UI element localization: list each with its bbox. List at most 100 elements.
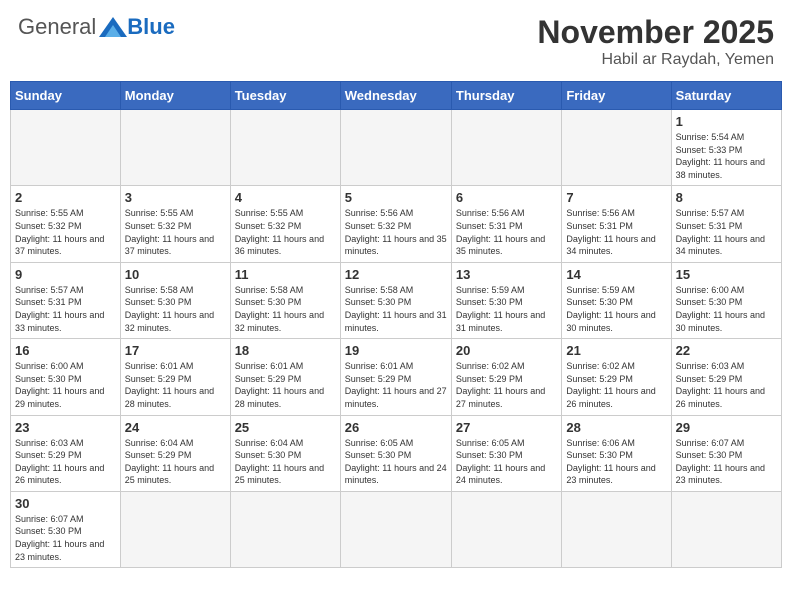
- day-info: Sunrise: 6:01 AMSunset: 5:29 PMDaylight:…: [235, 360, 336, 410]
- day-number: 20: [456, 343, 557, 358]
- day-info: Sunrise: 6:07 AMSunset: 5:30 PMDaylight:…: [676, 437, 777, 487]
- day-info: Sunrise: 6:02 AMSunset: 5:29 PMDaylight:…: [566, 360, 666, 410]
- calendar-day: [340, 110, 451, 186]
- calendar-day: 16 Sunrise: 6:00 AMSunset: 5:30 PMDayligh…: [11, 339, 121, 415]
- day-info: Sunrise: 5:55 AMSunset: 5:32 PMDaylight:…: [235, 207, 336, 257]
- calendar-day: 15 Sunrise: 6:00 AMSunset: 5:30 PMDayligh…: [671, 262, 781, 338]
- day-info: Sunrise: 6:05 AMSunset: 5:30 PMDaylight:…: [345, 437, 447, 487]
- day-info: Sunrise: 6:00 AMSunset: 5:30 PMDaylight:…: [676, 284, 777, 334]
- day-number: 22: [676, 343, 777, 358]
- calendar-day: [230, 110, 340, 186]
- day-number: 21: [566, 343, 666, 358]
- calendar-day: 8 Sunrise: 5:57 AMSunset: 5:31 PMDaylight…: [671, 186, 781, 262]
- calendar-day: 4 Sunrise: 5:55 AMSunset: 5:32 PMDaylight…: [230, 186, 340, 262]
- day-info: Sunrise: 5:56 AMSunset: 5:32 PMDaylight:…: [345, 207, 447, 257]
- day-info: Sunrise: 6:02 AMSunset: 5:29 PMDaylight:…: [456, 360, 557, 410]
- day-number: 8: [676, 190, 777, 205]
- day-info: Sunrise: 6:07 AMSunset: 5:30 PMDaylight:…: [15, 513, 116, 563]
- day-number: 6: [456, 190, 557, 205]
- day-number: 14: [566, 267, 666, 282]
- calendar-day: 20 Sunrise: 6:02 AMSunset: 5:29 PMDayligh…: [451, 339, 561, 415]
- day-info: Sunrise: 5:56 AMSunset: 5:31 PMDaylight:…: [456, 207, 557, 257]
- day-info: Sunrise: 5:57 AMSunset: 5:31 PMDaylight:…: [676, 207, 777, 257]
- calendar-day: 28Sunrise: 6:06 AMSunset: 5:30 PMDayligh…: [562, 415, 671, 491]
- day-info: Sunrise: 6:03 AMSunset: 5:29 PMDaylight:…: [676, 360, 777, 410]
- title-section: November 2025 Habil ar Raydah, Yemen: [537, 14, 774, 69]
- calendar-day-empty: [562, 491, 671, 567]
- day-number: 19: [345, 343, 447, 358]
- calendar-day: 7 Sunrise: 5:56 AMSunset: 5:31 PMDaylight…: [562, 186, 671, 262]
- day-number: 23: [15, 420, 116, 435]
- day-info: Sunrise: 5:58 AMSunset: 5:30 PMDaylight:…: [345, 284, 447, 334]
- day-number: 12: [345, 267, 447, 282]
- day-info: Sunrise: 6:04 AMSunset: 5:30 PMDaylight:…: [235, 437, 336, 487]
- day-number: 9: [15, 267, 116, 282]
- day-number: 27: [456, 420, 557, 435]
- day-info: Sunrise: 5:56 AMSunset: 5:31 PMDaylight:…: [566, 207, 666, 257]
- day-number: 15: [676, 267, 777, 282]
- calendar-day: 11Sunrise: 5:58 AMSunset: 5:30 PMDayligh…: [230, 262, 340, 338]
- header-tuesday: Tuesday: [230, 82, 340, 110]
- day-info: Sunrise: 5:55 AMSunset: 5:32 PMDaylight:…: [15, 207, 116, 257]
- header-saturday: Saturday: [671, 82, 781, 110]
- logo-blue-text: Blue: [127, 14, 175, 40]
- calendar-day: 10Sunrise: 5:58 AMSunset: 5:30 PMDayligh…: [120, 262, 230, 338]
- weekday-header-row: Sunday Monday Tuesday Wednesday Thursday…: [11, 82, 782, 110]
- calendar-day: 2 Sunrise: 5:55 AMSunset: 5:32 PMDaylight…: [11, 186, 121, 262]
- day-number: 2: [15, 190, 116, 205]
- calendar-day: [120, 110, 230, 186]
- calendar-day: 3 Sunrise: 5:55 AMSunset: 5:32 PMDaylight…: [120, 186, 230, 262]
- logo-general-text: General: [18, 14, 96, 40]
- day-info: Sunrise: 6:05 AMSunset: 5:30 PMDaylight:…: [456, 437, 557, 487]
- calendar-day: 17 Sunrise: 6:01 AMSunset: 5:29 PMDayligh…: [120, 339, 230, 415]
- calendar-day-empty: [451, 491, 561, 567]
- day-info: Sunrise: 5:58 AMSunset: 5:30 PMDaylight:…: [235, 284, 336, 334]
- day-info: Sunrise: 6:00 AMSunset: 5:30 PMDaylight:…: [15, 360, 116, 410]
- week-row-5: 23 Sunrise: 6:03 AMSunset: 5:29 PMDayligh…: [11, 415, 782, 491]
- calendar-day: 23 Sunrise: 6:03 AMSunset: 5:29 PMDayligh…: [11, 415, 121, 491]
- calendar-day: 22 Sunrise: 6:03 AMSunset: 5:29 PMDayligh…: [671, 339, 781, 415]
- location-title: Habil ar Raydah, Yemen: [537, 51, 774, 69]
- day-info: Sunrise: 5:55 AMSunset: 5:32 PMDaylight:…: [125, 207, 226, 257]
- calendar-table: Sunday Monday Tuesday Wednesday Thursday…: [10, 81, 782, 568]
- logo-icon: [99, 17, 127, 37]
- logo: General Blue: [18, 14, 175, 40]
- calendar-day: 26Sunrise: 6:05 AMSunset: 5:30 PMDayligh…: [340, 415, 451, 491]
- day-number: 16: [15, 343, 116, 358]
- day-info: Sunrise: 5:58 AMSunset: 5:30 PMDaylight:…: [125, 284, 226, 334]
- header-monday: Monday: [120, 82, 230, 110]
- day-number: 7: [566, 190, 666, 205]
- calendar-day: 24Sunrise: 6:04 AMSunset: 5:29 PMDayligh…: [120, 415, 230, 491]
- header-wednesday: Wednesday: [340, 82, 451, 110]
- calendar-day: 18Sunrise: 6:01 AMSunset: 5:29 PMDayligh…: [230, 339, 340, 415]
- day-info: Sunrise: 5:57 AMSunset: 5:31 PMDaylight:…: [15, 284, 116, 334]
- calendar-day: 12 Sunrise: 5:58 AMSunset: 5:30 PMDayligh…: [340, 262, 451, 338]
- calendar-day-empty: [671, 491, 781, 567]
- week-row-2: 2 Sunrise: 5:55 AMSunset: 5:32 PMDaylight…: [11, 186, 782, 262]
- calendar-day: [451, 110, 561, 186]
- calendar-day: 13Sunrise: 5:59 AMSunset: 5:30 PMDayligh…: [451, 262, 561, 338]
- week-row-4: 16 Sunrise: 6:00 AMSunset: 5:30 PMDayligh…: [11, 339, 782, 415]
- day-number: 17: [125, 343, 226, 358]
- calendar-day: [562, 110, 671, 186]
- header-sunday: Sunday: [11, 82, 121, 110]
- day-info: Sunrise: 6:01 AMSunset: 5:29 PMDaylight:…: [125, 360, 226, 410]
- calendar-day-empty: [230, 491, 340, 567]
- calendar-day: [11, 110, 121, 186]
- calendar-day-empty: [120, 491, 230, 567]
- day-number: 30: [15, 496, 116, 511]
- calendar-day-empty: [340, 491, 451, 567]
- day-info: Sunrise: 6:04 AMSunset: 5:29 PMDaylight:…: [125, 437, 226, 487]
- calendar-day: 21 Sunrise: 6:02 AMSunset: 5:29 PMDayligh…: [562, 339, 671, 415]
- week-row-6: 30 Sunrise: 6:07 AMSunset: 5:30 PMDayligh…: [11, 491, 782, 567]
- day-number: 3: [125, 190, 226, 205]
- header-friday: Friday: [562, 82, 671, 110]
- day-number: 4: [235, 190, 336, 205]
- day-number: 13: [456, 267, 557, 282]
- day-info: Sunrise: 6:03 AMSunset: 5:29 PMDaylight:…: [15, 437, 116, 487]
- week-row-3: 9 Sunrise: 5:57 AMSunset: 5:31 PMDaylight…: [11, 262, 782, 338]
- calendar-day: 14Sunrise: 5:59 AMSunset: 5:30 PMDayligh…: [562, 262, 671, 338]
- calendar-day: 1Sunrise: 5:54 AMSunset: 5:33 PMDaylight…: [671, 110, 781, 186]
- calendar-day: 9 Sunrise: 5:57 AMSunset: 5:31 PMDaylight…: [11, 262, 121, 338]
- day-number: 5: [345, 190, 447, 205]
